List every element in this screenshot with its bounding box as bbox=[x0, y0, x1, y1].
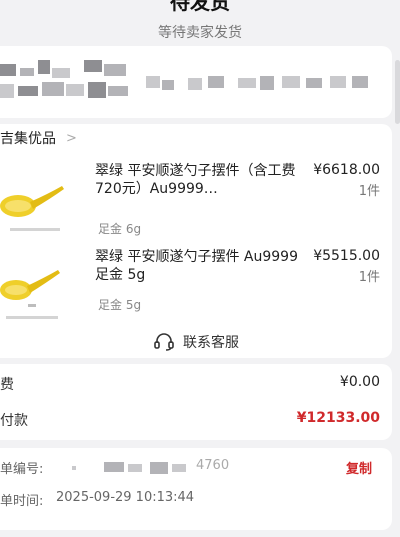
redacted-block bbox=[150, 462, 168, 474]
order-number-label: 单编号: bbox=[0, 462, 44, 477]
shop-link[interactable]: 吉集优品 > bbox=[0, 128, 77, 148]
item-title: 翠绿 平安顺遂勺子摆件（含工费720元）Au9999… bbox=[95, 163, 296, 197]
scrollbar[interactable] bbox=[395, 60, 400, 124]
redacted-block bbox=[104, 462, 124, 472]
redacted-block bbox=[188, 78, 202, 90]
redacted-block bbox=[104, 64, 126, 76]
redacted-block bbox=[330, 76, 346, 88]
item-spec: 足金 6g bbox=[98, 222, 142, 236]
shipping-fee-label: 费 bbox=[0, 377, 14, 393]
paid-amount-label: 付款 bbox=[0, 413, 28, 429]
redacted-block bbox=[88, 82, 106, 98]
headset-icon bbox=[154, 333, 174, 351]
order-time-value: 2025-09-29 10:13:44 bbox=[56, 490, 195, 505]
redacted-block bbox=[72, 466, 76, 470]
redacted-block bbox=[84, 60, 102, 72]
order-status-subtitle: 等待卖家发货 bbox=[158, 25, 242, 41]
redacted-block bbox=[282, 76, 300, 88]
order-item[interactable]: 翠绿 平安顺遂勺子摆件 Au9999 足金 5g 足金 5g ¥5515.00 … bbox=[0, 244, 392, 330]
item-price: ¥5515.00 bbox=[313, 248, 380, 264]
redacted-block bbox=[20, 68, 34, 76]
redacted-block bbox=[172, 464, 186, 472]
redacted-block bbox=[66, 84, 84, 96]
order-number-value: 4760 bbox=[196, 458, 230, 473]
redacted-block bbox=[52, 68, 70, 78]
gold-spoon-image bbox=[0, 186, 64, 231]
order-status-title: 待发货 bbox=[170, 0, 230, 14]
redacted-block bbox=[238, 78, 256, 88]
item-quantity: 1件 bbox=[358, 270, 380, 285]
order-time-label: 单时间: bbox=[0, 494, 44, 509]
shipping-address-card[interactable] bbox=[0, 46, 392, 118]
order-status-header: 待发货 等待卖家发货 bbox=[0, 0, 400, 50]
order-info-card: 单编号: 4760 复制 单时间: 2025-09-29 10:13:44 bbox=[0, 448, 392, 530]
order-item[interactable]: 翠绿 平安顺遂勺子摆件（含工费720元）Au9999… 足金 6g ¥6618.… bbox=[0, 158, 392, 244]
copy-order-number-button[interactable]: 复制 bbox=[346, 458, 372, 477]
item-spec: 足金 5g bbox=[98, 298, 142, 312]
redacted-block bbox=[128, 464, 142, 472]
chevron-right-icon: > bbox=[66, 130, 77, 146]
shop-name: 吉集优品 bbox=[0, 131, 56, 147]
redacted-block bbox=[352, 76, 368, 88]
redacted-block bbox=[18, 86, 38, 96]
goods-card: 吉集优品 > 翠绿 平安顺遂勺子摆件（含工费720元）Au9999… 足金 6g… bbox=[0, 124, 392, 358]
shipping-fee-value: ¥0.00 bbox=[339, 374, 380, 390]
redacted-block bbox=[306, 78, 322, 88]
redacted-block bbox=[38, 60, 50, 74]
item-quantity: 1件 bbox=[358, 184, 380, 199]
item-price: ¥6618.00 bbox=[313, 162, 380, 178]
redacted-block bbox=[208, 76, 224, 88]
shipping-fee-row: 费 ¥0.00 bbox=[0, 374, 392, 398]
paid-amount-value: ¥12133.00 bbox=[296, 410, 380, 426]
redacted-block bbox=[0, 64, 16, 76]
contact-service-label: 联系客服 bbox=[183, 335, 239, 351]
amount-card: 费 ¥0.00 付款 ¥12133.00 bbox=[0, 364, 392, 440]
contact-service-button[interactable]: 联系客服 bbox=[0, 330, 392, 354]
redacted-block bbox=[42, 82, 64, 96]
item-title: 翠绿 平安顺遂勺子摆件 Au9999 足金 5g bbox=[95, 249, 298, 283]
redacted-block bbox=[260, 76, 274, 90]
gold-spoon-image bbox=[0, 270, 60, 319]
redacted-block bbox=[146, 76, 160, 88]
redacted-block bbox=[108, 86, 128, 96]
redacted-block bbox=[0, 84, 14, 98]
redacted-block bbox=[162, 80, 174, 90]
paid-amount-row: 付款 ¥12133.00 bbox=[0, 410, 392, 434]
